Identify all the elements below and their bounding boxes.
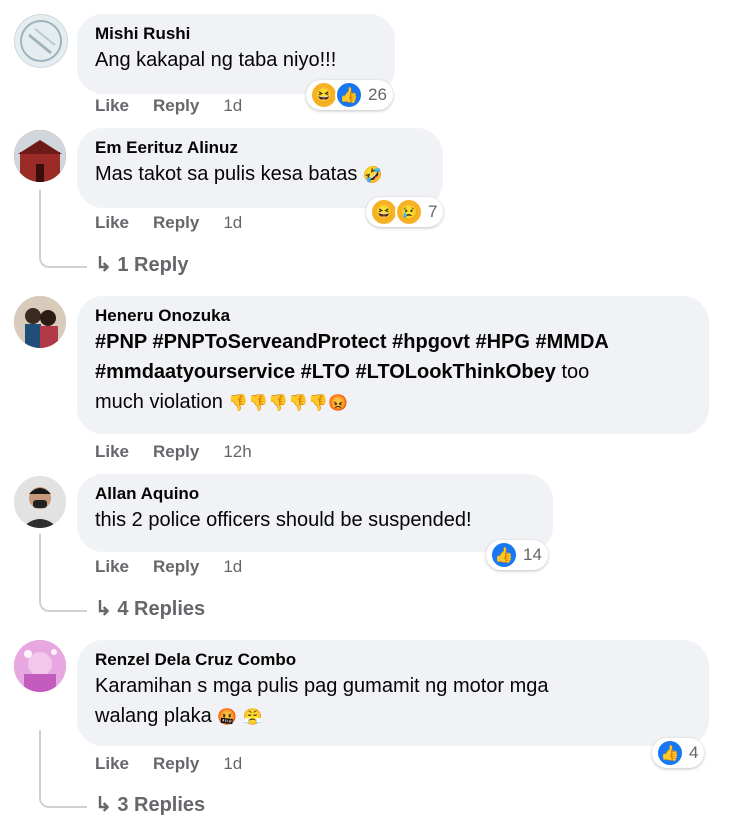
comment-text: Mas takot sa pulis kesa batas 🤣 [95, 163, 383, 185]
haha-icon: 😆 [370, 198, 398, 226]
commenter-name[interactable]: Mishi Rushi [95, 23, 379, 45]
comment-actions: Like Reply 1d [95, 557, 266, 577]
like-button[interactable]: Like [95, 213, 129, 232]
timestamp[interactable]: 1d [223, 557, 242, 576]
angry-emoji-icon: 😡 [328, 395, 348, 412]
reply-button[interactable]: Reply [153, 557, 199, 576]
comment-actions: Like Reply 1d [95, 213, 266, 233]
reply-button[interactable]: Reply [153, 213, 199, 232]
comment-bubble: Allan Aquino this 2 police officers shou… [77, 474, 553, 552]
comment-text: walang plaka 🤬 😤 [95, 705, 263, 727]
thread-connector [39, 730, 87, 808]
comment-text: Karamihan s mga pulis pag gumamit ng mot… [95, 675, 549, 697]
comment-actions: Like Reply 1d [95, 754, 266, 774]
commenter-name[interactable]: Heneru Onozuka [95, 305, 693, 327]
like-button[interactable]: Like [95, 557, 129, 576]
hashtags[interactable]: #mmdaatyourservice #LTO #LTOLookThinkObe… [95, 361, 556, 383]
like-button[interactable]: Like [95, 442, 129, 461]
view-replies-link[interactable]: ↳ 3 Replies [95, 792, 205, 817]
reaction-count: 26 [368, 85, 387, 104]
cursing-face-emoji-icon: 🤬 [217, 709, 238, 726]
sad-icon: 😢 [395, 198, 423, 226]
like-button[interactable]: Like [95, 754, 129, 773]
reply-button[interactable]: Reply [153, 754, 199, 773]
thumbs-down-emoji-icon: 👎👎👎👎👎 [228, 395, 329, 412]
comment-text: this 2 police officers should be suspend… [95, 509, 472, 531]
reaction-count: 7 [428, 202, 438, 221]
comment-bubble: Renzel Dela Cruz Combo Karamihan s mga p… [77, 640, 709, 746]
reaction-summary[interactable]: 👍 14 [486, 540, 548, 570]
reply-button[interactable]: Reply [153, 96, 199, 115]
commenter-name[interactable]: Allan Aquino [95, 483, 537, 505]
reaction-summary[interactable]: 😆 😢 7 [366, 197, 444, 227]
comment-actions: Like Reply 12h [95, 442, 276, 462]
rofl-emoji-icon: 🤣 [362, 167, 383, 184]
comment-actions: Like Reply 1d [95, 96, 266, 116]
comment-text: #mmdaatyourservice #LTO #LTOLookThinkObe… [95, 361, 590, 383]
thread-connector [39, 534, 87, 612]
view-replies-link[interactable]: ↳ 4 Replies [95, 596, 205, 621]
reply-button[interactable]: Reply [153, 442, 199, 461]
avatar[interactable] [14, 640, 66, 692]
reply-arrow-icon: ↳ [95, 794, 112, 816]
commenter-name[interactable]: Renzel Dela Cruz Combo [95, 649, 693, 671]
comment-bubble: Em Eerituz Alinuz Mas takot sa pulis kes… [77, 128, 443, 208]
reply-arrow-icon: ↳ [95, 254, 112, 276]
like-button[interactable]: Like [95, 96, 129, 115]
timestamp[interactable]: 1d [223, 213, 242, 232]
triumph-face-emoji-icon: 😤 [242, 709, 263, 726]
avatar[interactable] [14, 476, 66, 528]
reaction-summary[interactable]: 👍 4 [652, 738, 705, 768]
reply-arrow-icon: ↳ [95, 598, 112, 620]
view-replies-link[interactable]: ↳ 1 Reply [95, 252, 188, 277]
like-icon: 👍 [490, 541, 518, 569]
reaction-summary[interactable]: 😆 👍 26 [306, 80, 393, 110]
comment-bubble: Heneru Onozuka #PNP #PNPToServeandProtec… [77, 296, 709, 434]
avatar[interactable] [14, 130, 66, 182]
comment-text: much violation 👎👎👎👎👎😡 [95, 391, 348, 413]
haha-icon: 😆 [310, 81, 338, 109]
avatar[interactable] [14, 296, 66, 348]
timestamp[interactable]: 12h [223, 442, 251, 461]
timestamp[interactable]: 1d [223, 96, 242, 115]
reaction-count: 4 [689, 743, 699, 762]
avatar[interactable] [14, 14, 68, 68]
thread-connector [39, 190, 87, 268]
timestamp[interactable]: 1d [223, 754, 242, 773]
like-icon: 👍 [656, 739, 684, 767]
hashtags-line[interactable]: #PNP #PNPToServeandProtect #hpgovt #HPG … [95, 327, 693, 357]
comment-text: Ang kakapal ng taba niyo!!! [95, 49, 337, 71]
commenter-name[interactable]: Em Eerituz Alinuz [95, 137, 427, 159]
reaction-count: 14 [523, 545, 542, 564]
like-icon: 👍 [335, 81, 363, 109]
